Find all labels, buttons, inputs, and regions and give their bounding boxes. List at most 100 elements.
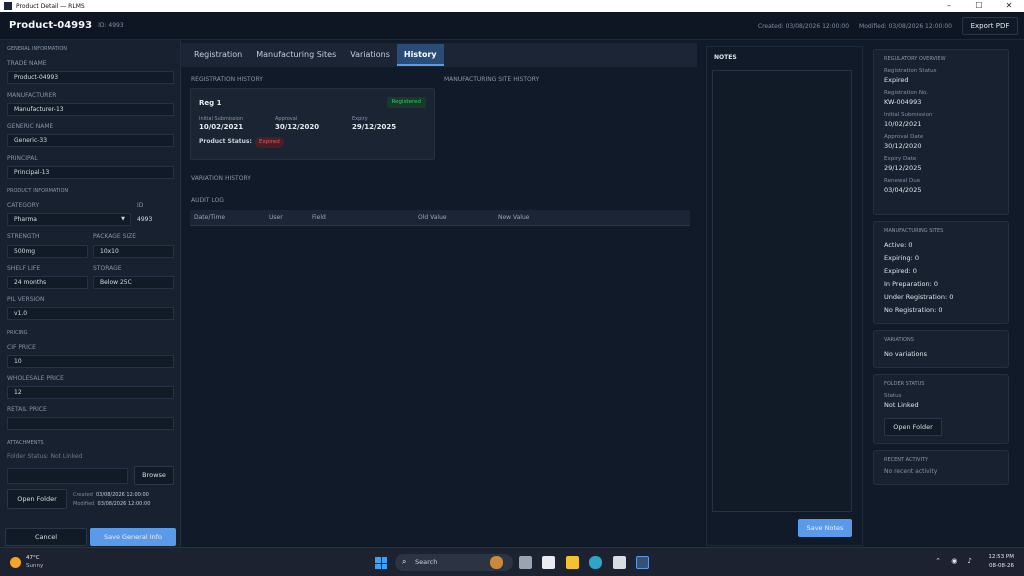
open-folder-button[interactable]: Open Folder xyxy=(7,489,67,509)
sites-active: Active: 0 xyxy=(884,241,913,249)
renewal-due-label: Renewal Due xyxy=(884,178,921,184)
export-pdf-button[interactable]: Export PDF xyxy=(962,17,1018,35)
recent-activity-value: No recent activity xyxy=(884,468,938,475)
audit-log-header: Date/Time User Field Old Value New Value xyxy=(190,210,690,226)
approval-value: 30/12/2020 xyxy=(275,123,320,131)
search-label: Search xyxy=(415,558,438,566)
category-label: CATEGORY xyxy=(7,202,40,209)
generic-name-label: GENERIC NAME xyxy=(7,123,54,130)
product-id: ID: 4993 xyxy=(98,22,124,29)
variations-card: VARIATIONS No variations xyxy=(873,330,1009,368)
weather-temperature: 47°C xyxy=(26,555,40,561)
product-section-title: PRODUCT INFORMATION xyxy=(7,188,69,194)
minimize-button[interactable]: – xyxy=(934,0,964,12)
id-value: 4993 xyxy=(137,216,153,223)
registration-status-value: Expired xyxy=(884,76,909,84)
task-view-icon[interactable] xyxy=(519,556,532,569)
product-status-label: Product Status: xyxy=(199,138,252,145)
close-button[interactable]: ✕ xyxy=(994,0,1024,12)
store-icon[interactable] xyxy=(542,556,555,569)
pricing-section-title: PRICING xyxy=(7,330,28,336)
sidebar-open-folder-button[interactable]: Open Folder xyxy=(884,418,942,436)
package-size-label: PACKAGE SIZE xyxy=(93,233,137,240)
notes-panel: NOTES Save Notes xyxy=(706,46,863,546)
clock-date: 08-08-26 xyxy=(989,563,1014,569)
manufacturer-input[interactable]: Manufacturer-13 xyxy=(7,103,174,116)
shelf-life-label: SHELF LIFE xyxy=(7,265,41,272)
registration-card: Reg 1 Registered Initial Submission 10/0… xyxy=(190,88,435,160)
category-select[interactable]: Pharma ▼ xyxy=(7,213,131,226)
notes-textarea[interactable] xyxy=(712,70,852,512)
strength-input[interactable]: 500mg xyxy=(7,245,88,258)
retail-price-label: RETAIL PRICE xyxy=(7,406,47,413)
generic-name-input[interactable]: Generic-33 xyxy=(7,134,174,147)
expiry-label: Expiry xyxy=(352,116,368,122)
tab-variations[interactable]: Variations xyxy=(343,44,397,66)
approval-date-label: Approval Date xyxy=(884,134,924,140)
cif-price-input[interactable]: 10 xyxy=(7,355,174,368)
storage-input[interactable]: Below 25C xyxy=(93,276,174,289)
pil-version-label: PIL VERSION xyxy=(7,296,45,303)
manufacturing-site-history-title: MANUFACTURING SITE HISTORY xyxy=(444,76,540,83)
id-label: ID xyxy=(137,202,144,209)
save-general-info-button[interactable]: Save General Info xyxy=(90,528,176,546)
approval-date-value: 30/12/2020 xyxy=(884,142,922,150)
folder-status-title: FOLDER STATUS xyxy=(884,381,925,387)
terminal-icon[interactable] xyxy=(613,556,626,569)
save-notes-button[interactable]: Save Notes xyxy=(798,519,852,537)
principal-input[interactable]: Principal-13 xyxy=(7,166,174,179)
shelf-life-input[interactable]: 24 months xyxy=(7,276,88,289)
sites-no-registration: No Registration: 0 xyxy=(884,306,943,314)
package-size-input[interactable]: 10x10 xyxy=(93,245,174,258)
browser-icon[interactable] xyxy=(589,556,602,569)
overview-sidebar: REGULATORY OVERVIEW Registration Status … xyxy=(868,46,1019,546)
variation-history-title: VARIATION HISTORY xyxy=(191,175,251,182)
cif-price-label: CIF PRICE xyxy=(7,344,36,351)
regulatory-overview-card: REGULATORY OVERVIEW Registration Status … xyxy=(873,49,1009,215)
audit-col-datetime: Date/Time xyxy=(194,214,226,221)
attachments-section-title: ATTACHMENTS xyxy=(7,440,44,446)
clock-time: 12:53 PM xyxy=(988,554,1014,560)
windows-start-icon[interactable] xyxy=(375,557,387,569)
sun-icon[interactable] xyxy=(10,557,21,568)
tab-registration[interactable]: Registration xyxy=(187,44,249,66)
registered-badge: Registered xyxy=(386,97,426,108)
file-explorer-icon[interactable] xyxy=(566,556,579,569)
registration-no-label: Registration No. xyxy=(884,90,929,96)
audit-log-title: AUDIT LOG xyxy=(191,197,224,204)
expiry-value: 29/12/2025 xyxy=(352,123,397,131)
widget-icon[interactable] xyxy=(490,556,503,569)
maximize-button[interactable]: ☐ xyxy=(964,0,994,12)
manufacturing-sites-card: MANUFACTURING SITES Active: 0 Expiring: … xyxy=(873,221,1009,324)
wholesale-price-input[interactable]: 12 xyxy=(7,386,174,399)
tab-manufacturing-sites[interactable]: Manufacturing Sites xyxy=(249,44,343,66)
folder-status-value: Not Linked xyxy=(884,401,919,409)
expiry-date-label: Expiry Date xyxy=(884,156,917,162)
weather-condition: Sunny xyxy=(26,563,44,569)
initial-submission-label: Initial Submission xyxy=(199,116,244,122)
manufacturer-label: MANUFACTURER xyxy=(7,92,57,99)
window-title: Product Detail — RLMS xyxy=(16,2,85,10)
active-app-icon[interactable] xyxy=(636,556,649,569)
app-icon xyxy=(4,2,12,10)
regulatory-overview-title: REGULATORY OVERVIEW xyxy=(884,56,946,62)
retail-price-input[interactable] xyxy=(7,417,174,430)
modified-timestamp: Modified: 03/08/2026 12:00:00 xyxy=(859,22,952,30)
recent-activity-card: RECENT ACTIVITY No recent activity xyxy=(873,450,1009,485)
category-value: Pharma xyxy=(14,216,37,223)
tab-history[interactable]: History xyxy=(396,44,444,66)
strength-label: STRENGTH xyxy=(7,233,40,240)
storage-label: STORAGE xyxy=(93,265,122,272)
general-section-title: GENERAL INFORMATION xyxy=(7,46,68,52)
folder-path-input[interactable] xyxy=(7,468,128,484)
trade-name-input[interactable]: Product-04993 xyxy=(7,71,174,84)
principal-label: PRINCIPAL xyxy=(7,155,38,162)
recent-activity-title: RECENT ACTIVITY xyxy=(884,457,929,463)
pil-version-input[interactable]: v1.0 xyxy=(7,307,174,320)
registration-history-title: REGISTRATION HISTORY xyxy=(191,76,263,83)
system-tray[interactable]: ⌃ ◉ ♪ xyxy=(935,557,976,565)
window-titlebar: Product Detail — RLMS – ☐ ✕ xyxy=(0,0,1024,12)
expiry-date-value: 29/12/2025 xyxy=(884,164,922,172)
browse-button[interactable]: Browse xyxy=(134,466,174,485)
cancel-button[interactable]: Cancel xyxy=(5,528,87,546)
